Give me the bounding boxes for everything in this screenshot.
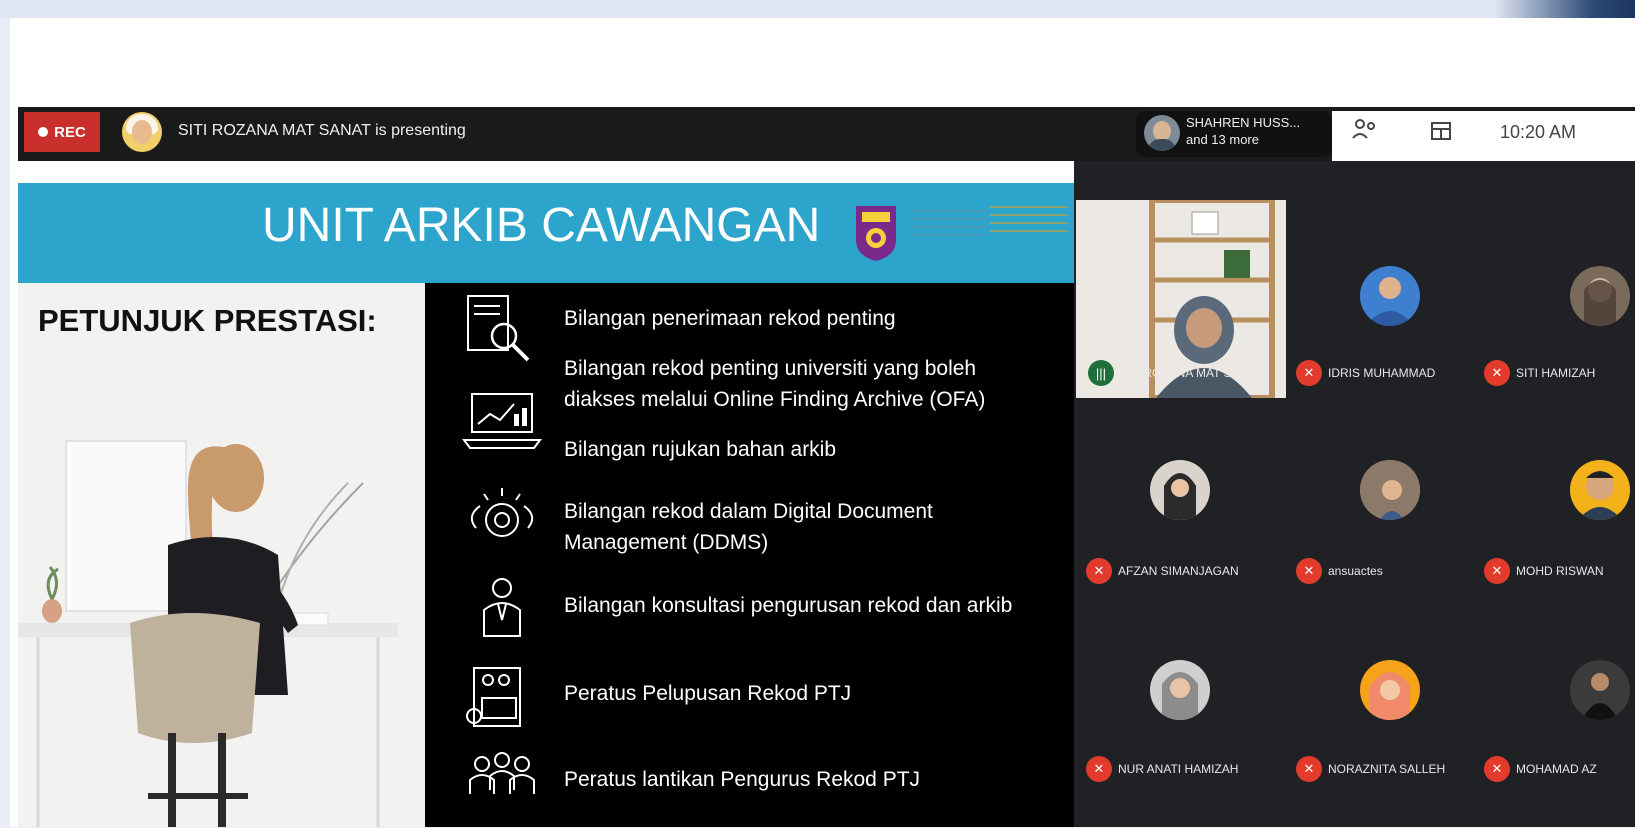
mic-off-icon: ✕ [1296,756,1322,782]
university-logo [856,206,896,261]
team-icon [469,752,535,794]
participant-name: ansuactes [1328,564,1383,578]
people-icon[interactable] [1352,118,1378,152]
participant-name: MOHAMAD AZ [1516,762,1597,776]
mic-off-icon: ✕ [1484,360,1510,386]
slide-top-margin [18,161,1074,183]
participant-avatar [1570,266,1630,326]
slide-title: UNIT ARKIB CAWANGAN [262,199,821,252]
presenter-avatar [122,112,162,152]
participant-avatar [1570,660,1630,720]
participant-avatar [1360,460,1420,520]
participant-name: IDRIS MUHAMMAD [1328,366,1436,380]
laptop-chart-icon [462,393,542,449]
audio-active-icon: ||| [1088,360,1114,386]
mic-off-icon: ✕ [1086,756,1112,782]
slide-item-6: Peratus Pelupusan Rekod PTJ [564,682,852,705]
slide-item-2: Bilangan rekod penting universiti yang b… [564,357,986,411]
record-dot-icon [38,127,49,137]
participant-more: and 13 more [1186,132,1259,147]
slide-photo [18,283,425,827]
participant-name: NORAZNITA SALLEH [1328,762,1446,776]
document-search-icon [467,295,530,362]
gear-cloud-icon [470,488,534,537]
report-icon [466,667,521,727]
participants-summary: SHAHREN HUSS... and 13 more [1186,114,1300,148]
mic-off-icon: ✕ [1484,558,1510,584]
recording-badge: REC [24,112,100,152]
screen-top-band [0,0,1635,18]
consultant-icon [483,578,521,637]
mic-off-icon: ✕ [1296,360,1322,386]
mic-off-icon: ✕ [1086,558,1112,584]
slide-item-7: Peratus lantikan Pengurus Rekod PTJ [564,768,921,791]
participant-name: SHAHREN HUSS... [1186,115,1301,130]
participant-avatar [1570,460,1630,520]
logo-text-block-2 [990,202,1068,262]
mic-off-icon: ✕ [1296,558,1322,584]
slide-item-3: Bilangan rujukan bahan arkib [564,438,837,461]
meeting-clock: 10:20 AM [1500,122,1577,142]
participant-avatar [1150,460,1210,520]
slide-heading: PETUNJUK PRESTASI: [38,303,377,338]
participant-avatar [1360,266,1420,326]
logo-text-block [908,206,988,260]
participant-avatar [1144,115,1180,151]
participant-name: MOHD RISWAN [1516,564,1604,578]
mic-off-icon: ✕ [1484,756,1510,782]
participant-name: AFZAN SIMANJAGAN [1118,564,1239,578]
participant-name: SITI ROZANA MAT SA... [1118,366,1250,380]
participant-name: NUR ANATI HAMIZAH [1118,762,1239,776]
recording-label: REC [54,123,86,141]
participant-avatar [1150,660,1210,720]
participant-name: SITI HAMIZAH [1516,366,1596,380]
corner-accent [1495,0,1635,18]
slide-item-5: Bilangan konsultasi pengurusan rekod dan… [564,594,1013,617]
presenting-status: SITI ROZANA MAT SANAT is presenting [178,122,466,139]
layout-icon[interactable] [1430,120,1452,148]
participant-avatar [1360,660,1420,720]
slide-item-1: Bilangan penerimaan rekod penting [564,307,896,330]
slide-item-4: Bilangan rekod dalam Digital Document Ma… [564,500,933,554]
